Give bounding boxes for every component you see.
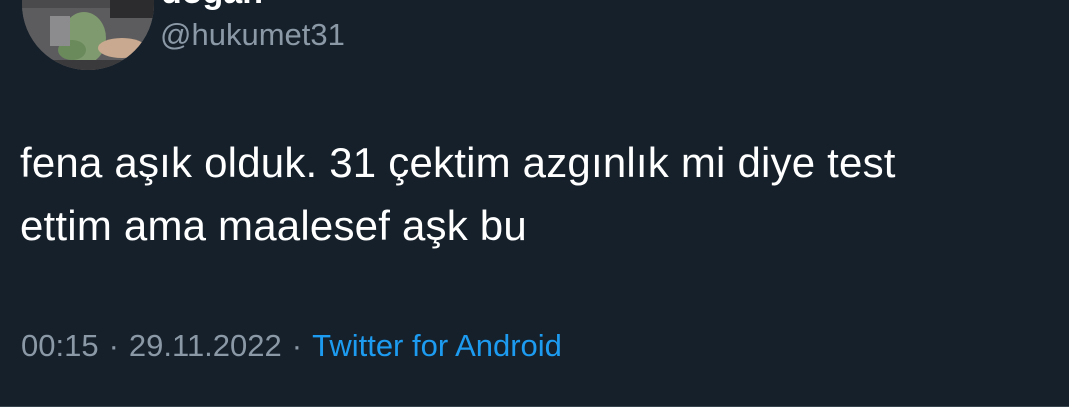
meta-separator: · — [291, 328, 303, 363]
tweet-card: doğan @hukumet31 fena aşık olduk. 31 çek… — [0, 0, 1069, 407]
tweet-source-link[interactable]: Twitter for Android — [312, 328, 562, 363]
tweet-text: fena aşık olduk. 31 çektim azgınlık mi d… — [20, 139, 896, 249]
avatar[interactable] — [22, 0, 154, 70]
display-name[interactable]: doğan — [161, 0, 263, 12]
tweet-date[interactable]: 29.11.2022 — [129, 328, 282, 363]
meta-separator: · — [108, 328, 119, 363]
tweet-time[interactable]: 00:15 — [21, 328, 99, 363]
avatar-image — [22, 0, 154, 70]
tweet-meta: 00:15 · 29.11.2022 · Twitter for Android — [21, 327, 562, 365]
user-handle[interactable]: @hukumet31 — [160, 16, 345, 54]
